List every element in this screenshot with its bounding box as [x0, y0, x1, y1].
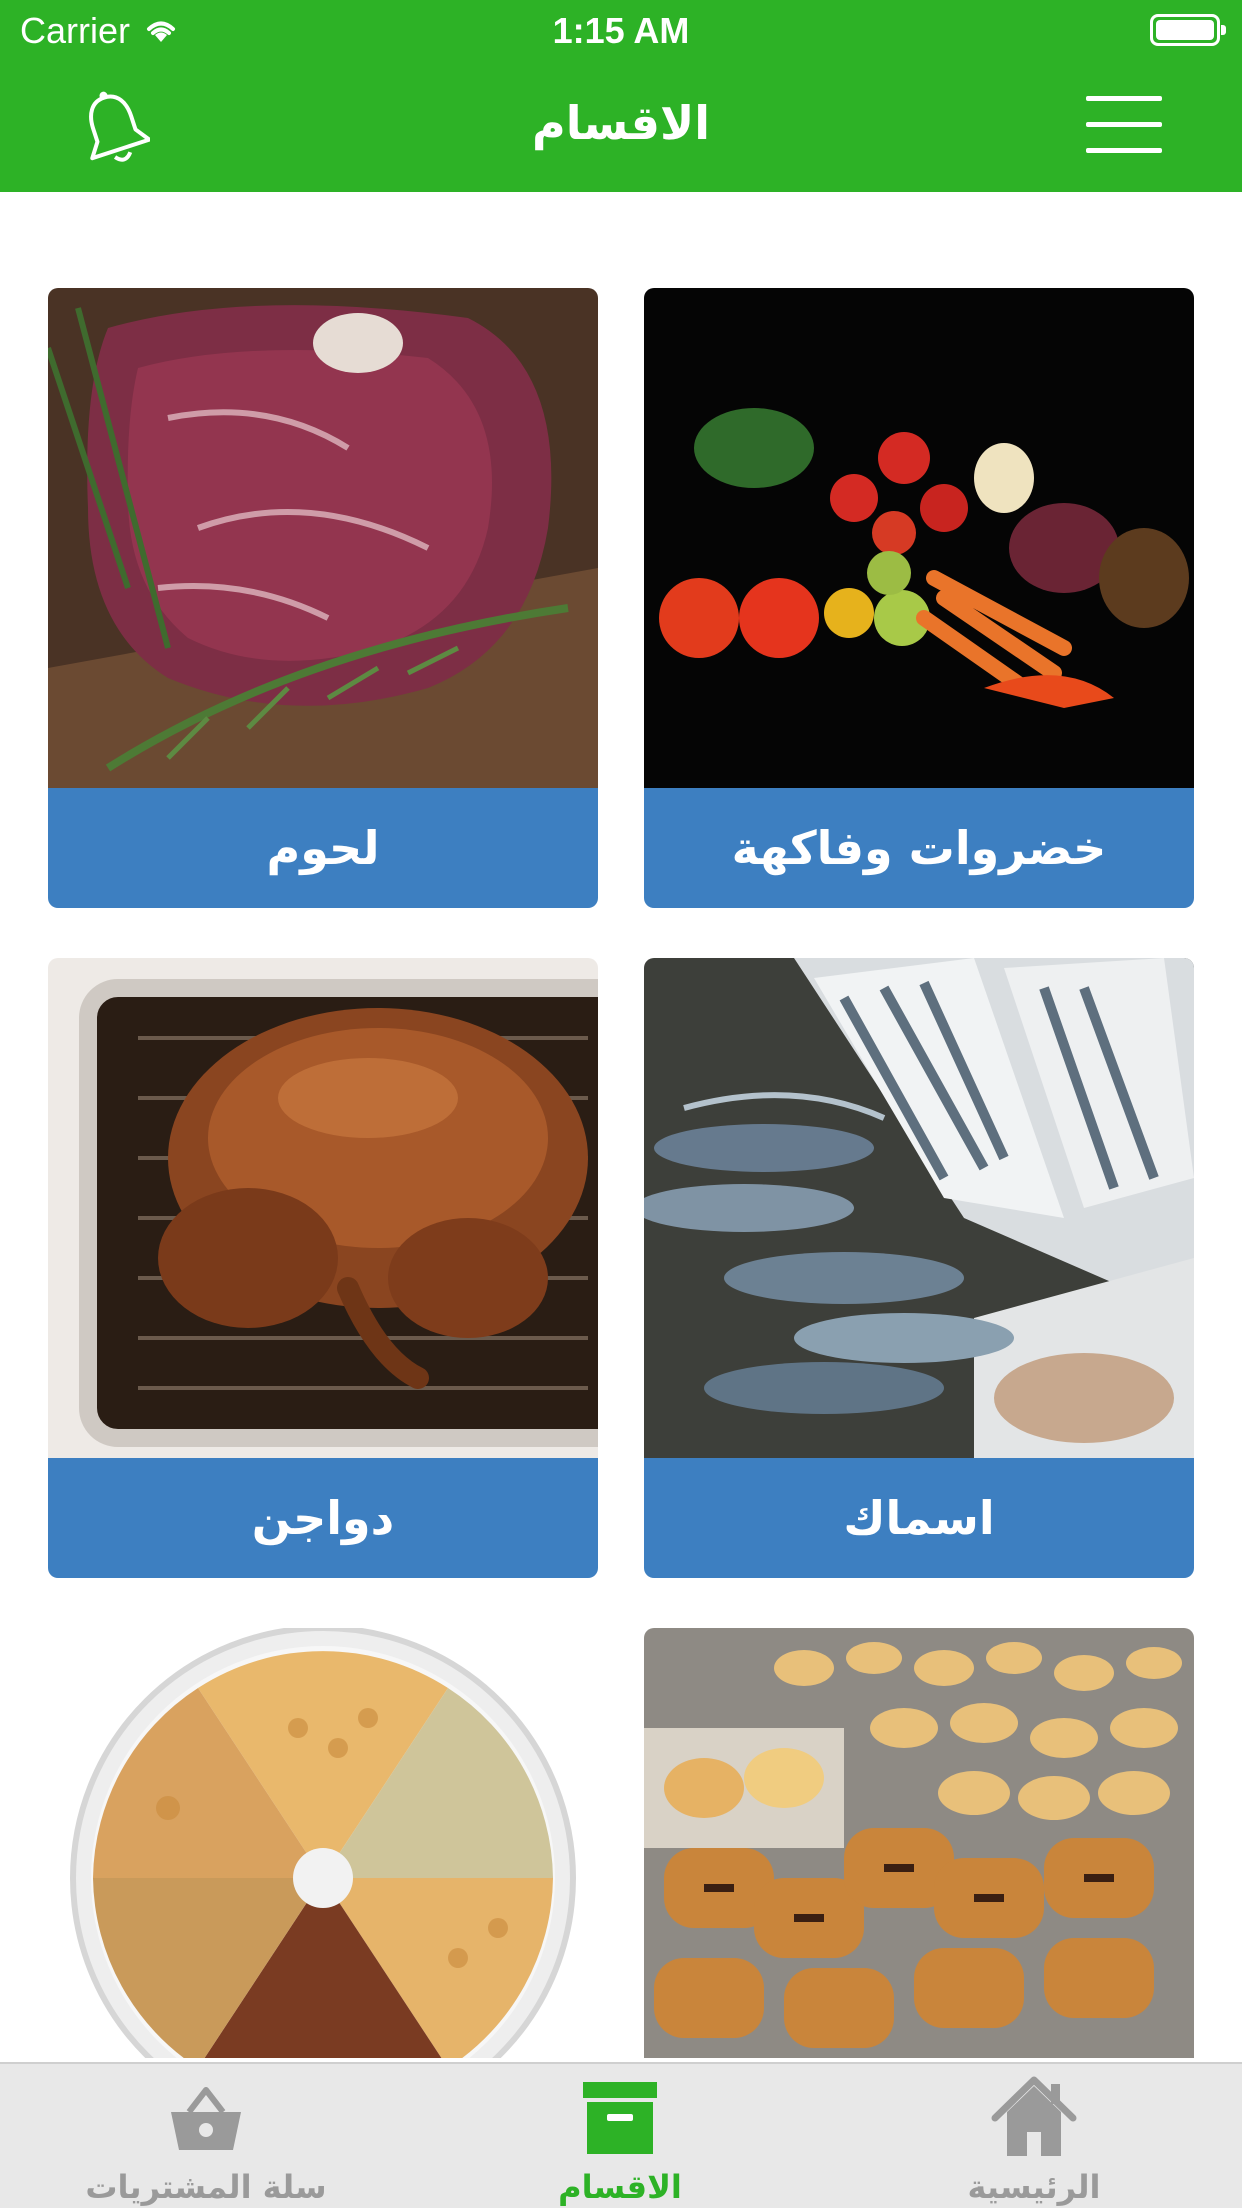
- category-label-poultry: دواجن: [48, 1458, 598, 1578]
- vegetables-image: [644, 288, 1194, 788]
- hamburger-menu-icon[interactable]: [1086, 96, 1162, 154]
- category-card-bakery[interactable]: [644, 1628, 1194, 2058]
- fish-image: [644, 958, 1194, 1458]
- category-card-meat[interactable]: لحوم: [48, 288, 598, 908]
- category-label-meat: لحوم: [48, 788, 598, 908]
- status-bar: Carrier 1:15 AM: [0, 0, 1242, 62]
- battery-icon: [1150, 14, 1226, 46]
- nuts-image: [48, 1628, 598, 2058]
- category-card-fish[interactable]: اسماك: [644, 958, 1194, 1578]
- tab-home-label: الرئيسية: [967, 2168, 1101, 2206]
- page-title: الاقسام: [532, 96, 710, 150]
- category-label-vegetables: خضروات وفاكهة: [644, 788, 1194, 908]
- tab-bar: سلة المشتريات الاقسام الرئيسية: [0, 2062, 1242, 2208]
- archive-box-icon: [583, 2082, 657, 2154]
- category-card-nuts[interactable]: [48, 1628, 598, 2058]
- status-time: 1:15 AM: [552, 10, 690, 51]
- meat-image: [48, 288, 598, 788]
- category-card-vegetables[interactable]: خضروات وفاكهة: [644, 288, 1194, 908]
- category-label-fish: اسماك: [644, 1458, 1194, 1578]
- bakery-image: [644, 1628, 1194, 2058]
- shopping-basket-icon: [171, 2087, 241, 2150]
- tab-categories-label: الاقسام: [558, 2168, 682, 2206]
- tab-home[interactable]: الرئيسية: [884, 2064, 1184, 2208]
- top-bar: Carrier 1:15 AM الاقسام: [0, 0, 1242, 192]
- tab-cart-label: سلة المشتريات: [85, 2168, 327, 2206]
- category-card-poultry[interactable]: دواجن: [48, 958, 598, 1578]
- poultry-image: [48, 958, 598, 1458]
- tab-cart[interactable]: سلة المشتريات: [56, 2064, 356, 2208]
- home-icon: [991, 2076, 1077, 2156]
- tab-categories[interactable]: الاقسام: [470, 2064, 770, 2208]
